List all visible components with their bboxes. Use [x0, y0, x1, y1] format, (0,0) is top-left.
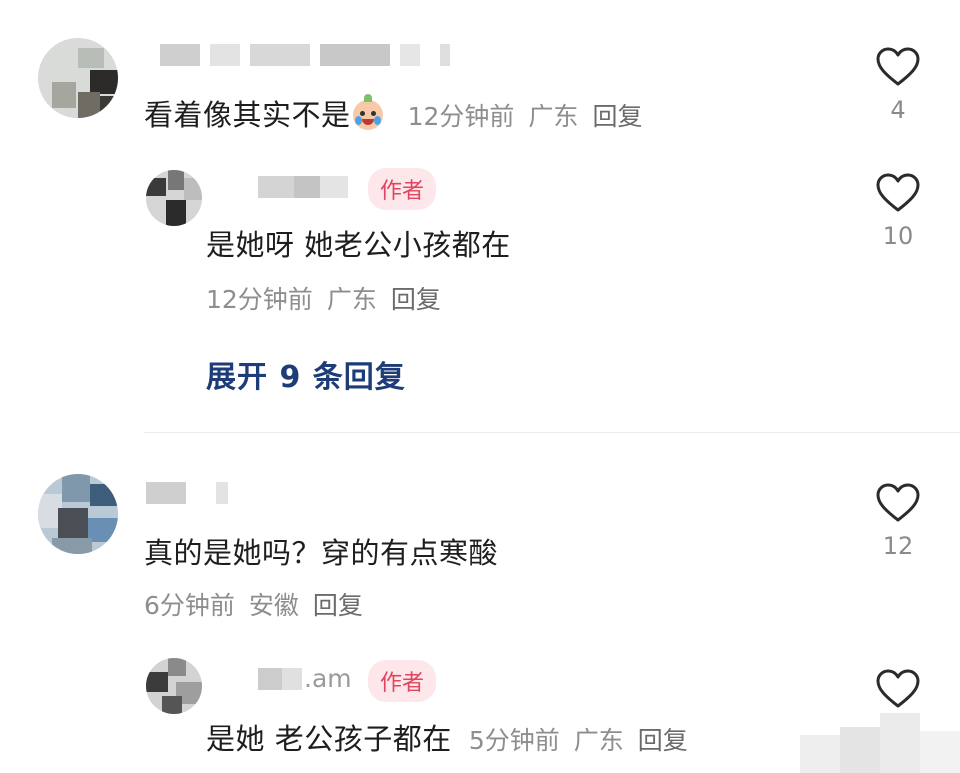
author-badge: 作者 — [368, 660, 437, 702]
like-count: 10 — [882, 222, 914, 250]
heart-outline-icon — [876, 47, 920, 86]
like-button[interactable]: 10 — [868, 172, 928, 250]
reply-time: 5分钟前 — [468, 726, 560, 755]
like-count: 4 — [890, 96, 906, 124]
comment-text: 真的是她吗？穿的有点寒酸 — [144, 536, 499, 570]
expand-replies-link[interactable]: 展开 9 条回复 — [206, 352, 406, 396]
avatar[interactable] — [38, 474, 118, 554]
crying-baby-emoji — [352, 94, 383, 130]
divider — [144, 432, 960, 433]
username-fragment: .am — [304, 664, 352, 693]
avatar[interactable] — [38, 38, 118, 118]
like-button[interactable]: 12 — [868, 482, 928, 560]
reply-button[interactable]: 回复 — [592, 102, 642, 131]
author-badge: 作者 — [368, 168, 437, 210]
reply-region: 广东 — [326, 285, 377, 314]
heart-outline-icon — [876, 173, 920, 212]
reply-region: 广东 — [573, 726, 624, 755]
reply-button[interactable]: 回复 — [313, 591, 363, 620]
heart-outline-icon — [876, 483, 920, 522]
reply-button[interactable]: 回复 — [391, 285, 441, 314]
username-blurred[interactable] — [146, 482, 246, 504]
username-blurred[interactable] — [258, 176, 358, 198]
comment-region: 安徽 — [248, 591, 299, 620]
avatar[interactable] — [146, 170, 202, 226]
watermark-blur — [800, 713, 960, 773]
reply-text: 是她 老公孩子都在 — [206, 722, 452, 756]
like-count: 12 — [882, 532, 914, 560]
reply-text: 是她呀 她老公小孩都在 — [206, 228, 511, 262]
comment-region: 广东 — [528, 102, 579, 131]
reply-button[interactable]: 回复 — [638, 726, 688, 755]
username-blurred[interactable] — [160, 44, 470, 66]
comment-time: 6分钟前 — [144, 591, 235, 620]
like-button[interactable]: 4 — [868, 46, 928, 124]
reply-time: 12分钟前 — [206, 285, 313, 314]
comment-text: 看着像其实不是 — [144, 98, 351, 132]
avatar[interactable] — [146, 658, 202, 714]
comment-time: 12分钟前 — [407, 102, 515, 131]
username-blurred[interactable] — [258, 668, 304, 690]
like-button[interactable] — [868, 668, 928, 710]
heart-outline-icon — [876, 669, 920, 708]
